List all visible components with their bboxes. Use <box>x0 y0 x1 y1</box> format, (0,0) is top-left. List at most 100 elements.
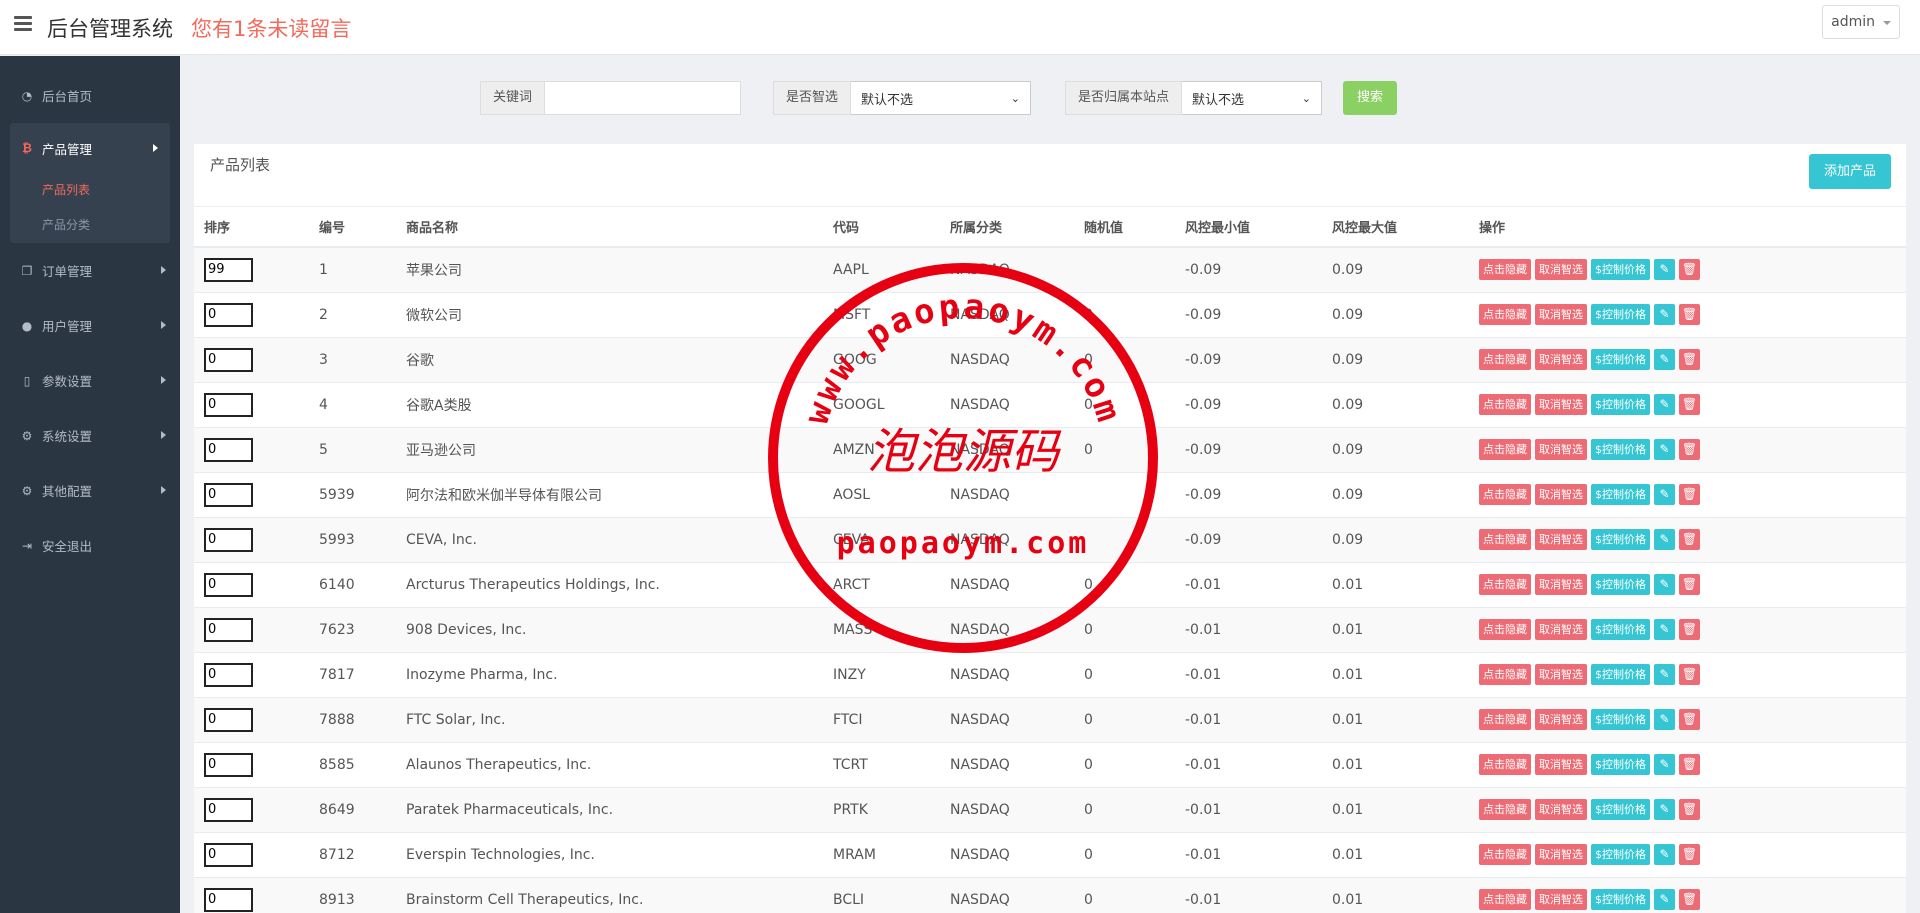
sidebar-item-params[interactable]: ▯ 参数设置 <box>0 353 180 408</box>
trash-icon[interactable]: 🗑 <box>1679 439 1700 460</box>
hide-button[interactable]: 点击隐藏 <box>1479 349 1531 370</box>
edit-icon[interactable]: ✎ <box>1654 394 1675 415</box>
edit-icon[interactable]: ✎ <box>1654 529 1675 550</box>
sort-order-input[interactable] <box>204 707 253 732</box>
edit-icon[interactable]: ✎ <box>1654 304 1675 325</box>
hide-button[interactable]: 点击隐藏 <box>1479 574 1531 595</box>
hide-button[interactable]: 点击隐藏 <box>1479 709 1531 730</box>
sort-order-input[interactable] <box>204 662 253 687</box>
sort-order-input[interactable] <box>204 572 253 597</box>
sidebar-subitem-product-category[interactable]: 产品分类 <box>10 208 170 243</box>
sort-order-input[interactable] <box>204 887 253 912</box>
control-price-button[interactable]: $控制价格 <box>1591 574 1650 595</box>
hide-button[interactable]: 点击隐藏 <box>1479 844 1531 865</box>
control-price-button[interactable]: $控制价格 <box>1591 664 1650 685</box>
edit-icon[interactable]: ✎ <box>1654 754 1675 775</box>
search-button[interactable]: 搜索 <box>1343 81 1397 115</box>
cancel-smart-button[interactable]: 取消智选 <box>1535 484 1587 505</box>
trash-icon[interactable]: 🗑 <box>1679 574 1700 595</box>
hide-button[interactable]: 点击隐藏 <box>1479 889 1531 911</box>
control-price-button[interactable]: $控制价格 <box>1591 259 1650 281</box>
cancel-smart-button[interactable]: 取消智选 <box>1535 259 1587 281</box>
hide-button[interactable]: 点击隐藏 <box>1479 664 1531 685</box>
edit-icon[interactable]: ✎ <box>1654 844 1675 865</box>
trash-icon[interactable]: 🗑 <box>1679 664 1700 685</box>
cancel-smart-button[interactable]: 取消智选 <box>1535 664 1587 685</box>
trash-icon[interactable]: 🗑 <box>1679 484 1700 505</box>
cancel-smart-button[interactable]: 取消智选 <box>1535 709 1587 730</box>
sidebar-item-product[interactable]: ₿ 产品管理 <box>10 123 170 173</box>
edit-icon[interactable]: ✎ <box>1654 664 1675 685</box>
control-price-button[interactable]: $控制价格 <box>1591 709 1650 730</box>
trash-icon[interactable]: 🗑 <box>1679 529 1700 550</box>
sidebar-subitem-product-list[interactable]: 产品列表 <box>10 173 170 208</box>
control-price-button[interactable]: $控制价格 <box>1591 529 1650 550</box>
trash-icon[interactable]: 🗑 <box>1679 844 1700 865</box>
add-product-button[interactable]: 添加产品 <box>1809 154 1891 189</box>
cancel-smart-button[interactable]: 取消智选 <box>1535 574 1587 595</box>
unread-message-notice[interactable]: 您有1条未读留言 <box>191 13 351 43</box>
edit-icon[interactable]: ✎ <box>1654 574 1675 595</box>
hide-button[interactable]: 点击隐藏 <box>1479 394 1531 415</box>
hide-button[interactable]: 点击隐藏 <box>1479 304 1531 325</box>
control-price-button[interactable]: $控制价格 <box>1591 799 1650 820</box>
edit-icon[interactable]: ✎ <box>1654 439 1675 460</box>
control-price-button[interactable]: $控制价格 <box>1591 349 1650 370</box>
trash-icon[interactable]: 🗑 <box>1679 754 1700 775</box>
sort-order-input[interactable] <box>204 392 253 417</box>
cancel-smart-button[interactable]: 取消智选 <box>1535 304 1587 325</box>
sort-order-input[interactable] <box>204 752 253 777</box>
cancel-smart-button[interactable]: 取消智选 <box>1535 619 1587 640</box>
site-select-dropdown[interactable]: 默认不选 ⌄ <box>1182 81 1323 115</box>
cancel-smart-button[interactable]: 取消智选 <box>1535 439 1587 460</box>
control-price-button[interactable]: $控制价格 <box>1591 889 1650 911</box>
cancel-smart-button[interactable]: 取消智选 <box>1535 529 1587 550</box>
sort-order-input[interactable] <box>204 527 253 552</box>
cancel-smart-button[interactable]: 取消智选 <box>1535 844 1587 865</box>
cancel-smart-button[interactable]: 取消智选 <box>1535 799 1587 820</box>
trash-icon[interactable]: 🗑 <box>1679 259 1700 281</box>
cancel-smart-button[interactable]: 取消智选 <box>1535 349 1587 370</box>
edit-icon[interactable]: ✎ <box>1654 889 1675 911</box>
sort-order-input[interactable] <box>204 482 253 507</box>
sidebar-item-other[interactable]: ⚙ 其他配置 <box>0 463 180 518</box>
sort-order-input[interactable] <box>204 797 253 822</box>
keyword-input[interactable] <box>545 81 742 115</box>
trash-icon[interactable]: 🗑 <box>1679 619 1700 640</box>
cancel-smart-button[interactable]: 取消智选 <box>1535 754 1587 775</box>
menu-toggle-icon[interactable] <box>14 16 32 31</box>
user-menu-button[interactable]: admin <box>1822 5 1900 39</box>
sidebar-item-system[interactable]: ⚙ 系统设置 <box>0 408 180 463</box>
sort-order-input[interactable] <box>204 617 253 642</box>
sort-order-input[interactable] <box>204 437 253 462</box>
control-price-button[interactable]: $控制价格 <box>1591 754 1650 775</box>
trash-icon[interactable]: 🗑 <box>1679 889 1700 911</box>
hide-button[interactable]: 点击隐藏 <box>1479 799 1531 820</box>
edit-icon[interactable]: ✎ <box>1654 349 1675 370</box>
control-price-button[interactable]: $控制价格 <box>1591 484 1650 505</box>
sidebar-item-home[interactable]: ◔ 后台首页 <box>0 68 180 123</box>
control-price-button[interactable]: $控制价格 <box>1591 844 1650 865</box>
edit-icon[interactable]: ✎ <box>1654 259 1675 281</box>
sort-order-input[interactable] <box>204 842 253 867</box>
edit-icon[interactable]: ✎ <box>1654 709 1675 730</box>
cancel-smart-button[interactable]: 取消智选 <box>1535 889 1587 911</box>
control-price-button[interactable]: $控制价格 <box>1591 439 1650 460</box>
trash-icon[interactable]: 🗑 <box>1679 349 1700 370</box>
control-price-button[interactable]: $控制价格 <box>1591 304 1650 325</box>
trash-icon[interactable]: 🗑 <box>1679 304 1700 325</box>
edit-icon[interactable]: ✎ <box>1654 619 1675 640</box>
cancel-smart-button[interactable]: 取消智选 <box>1535 394 1587 415</box>
edit-icon[interactable]: ✎ <box>1654 484 1675 505</box>
sort-order-input[interactable] <box>204 257 253 282</box>
sidebar-item-orders[interactable]: ❐ 订单管理 <box>0 243 180 298</box>
control-price-button[interactable]: $控制价格 <box>1591 619 1650 640</box>
sidebar-item-users[interactable]: ● 用户管理 <box>0 298 180 353</box>
hide-button[interactable]: 点击隐藏 <box>1479 754 1531 775</box>
smart-select-dropdown[interactable]: 默认不选 ⌄ <box>851 81 1032 115</box>
sidebar-item-logout[interactable]: ⇥ 安全退出 <box>0 518 180 573</box>
sort-order-input[interactable] <box>204 347 253 372</box>
trash-icon[interactable]: 🗑 <box>1679 799 1700 820</box>
sort-order-input[interactable] <box>204 302 253 327</box>
hide-button[interactable]: 点击隐藏 <box>1479 439 1531 460</box>
